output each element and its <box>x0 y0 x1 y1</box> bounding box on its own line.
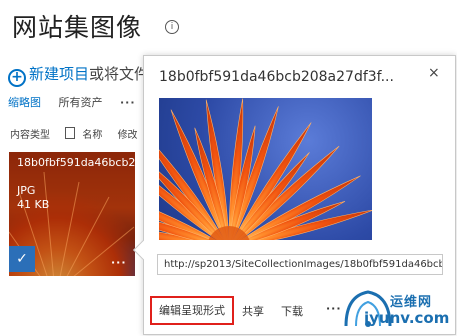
tile-file-size: 41 KB <box>17 198 50 211</box>
checkmark-icon[interactable]: ✓ <box>9 246 35 272</box>
view-more-button[interactable]: ··· <box>120 96 136 109</box>
document-icon <box>65 127 76 139</box>
tile-file-name: 18b0fbf591da46bcb208a27df3f... <box>17 156 135 169</box>
callout-more-button[interactable]: ··· <box>326 302 342 315</box>
download-button[interactable]: 下载 <box>281 303 303 319</box>
sort-content-type[interactable]: 内容类型 <box>10 126 50 141</box>
view-tab-all-assets[interactable]: 所有资产 <box>59 94 103 110</box>
watermark-en-text: iyunv.com <box>364 309 450 327</box>
watermark-cn-text: 运维网 <box>390 295 433 310</box>
file-url-field[interactable]: http://sp2013/SiteCollectionImages/18b0f… <box>157 254 443 275</box>
new-item-link[interactable]: 新建项目 <box>29 65 89 83</box>
image-preview <box>159 98 372 240</box>
edit-renditions-button[interactable]: 编辑呈现形式 <box>150 296 234 325</box>
page-title: 网站集图像 <box>12 13 143 42</box>
share-button[interactable]: 共享 <box>242 303 264 319</box>
upload-hint-text: 或将文件 <box>89 65 150 83</box>
plus-circle-icon[interactable]: + <box>8 69 26 87</box>
gerbera-flower-image <box>159 98 372 240</box>
view-switcher: 缩略图 所有资产 ··· <box>8 94 136 110</box>
new-item-row: + 新建项目或将文件 <box>8 63 149 87</box>
info-icon[interactable]: i <box>165 20 179 34</box>
tile-file-type: JPG <box>17 184 36 197</box>
sort-name[interactable]: 名称 <box>82 126 102 141</box>
view-tab-thumbnails[interactable]: 缩略图 <box>8 94 41 110</box>
tile-more-button[interactable]: ··· <box>111 256 127 269</box>
sort-bar: 内容类型 名称 修改 <box>10 126 138 141</box>
close-icon[interactable]: × <box>428 65 440 81</box>
image-tile[interactable]: 18b0fbf591da46bcb208a27df3f... JPG 41 KB… <box>9 152 135 276</box>
callout-title: 18b0fbf591da46bcb208a27df3f... <box>159 69 394 85</box>
sort-modified[interactable]: 修改 <box>118 126 138 141</box>
